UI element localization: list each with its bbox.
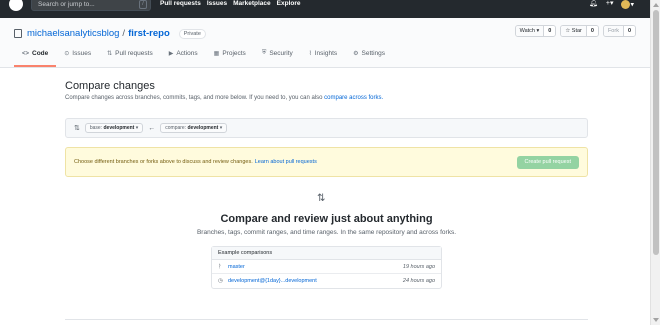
repo-tabs: <> Code ⊙ Issues ⇅ Pull requests ▶ Actions ▦… xyxy=(14,50,393,67)
search-placeholder: Search or jump to... xyxy=(38,1,95,8)
example-time: 19 hours ago xyxy=(402,263,435,270)
repo-name-link[interactable]: first-repo xyxy=(128,28,170,39)
example-link[interactable]: development@{1day}...development xyxy=(228,278,403,284)
star-button[interactable]: ☆ Star 0 xyxy=(560,25,599,37)
shield-icon: ⛨ xyxy=(261,50,267,56)
watch-count[interactable]: 0 xyxy=(543,26,556,36)
compare-large-icon: ⇅ xyxy=(317,193,326,204)
blankslate-text: Branches, tags, commit ranges, and time … xyxy=(196,229,457,236)
footer-divider xyxy=(65,319,588,320)
blankslate-title: Compare and review just about anything xyxy=(220,213,433,225)
repo-title: michaelsanalyticsblog / first-repo Priva… xyxy=(14,28,206,39)
issue-icon: ⊙ xyxy=(64,51,70,57)
compare-icon: ⇅ xyxy=(74,125,80,132)
page-scrollbar[interactable] xyxy=(650,0,660,325)
compare-header: Compare changes Compare changes across b… xyxy=(65,80,588,101)
tab-issues[interactable]: ⊙ Issues xyxy=(56,50,99,67)
compare-prefix: compare: xyxy=(165,125,187,131)
play-icon: ▶ xyxy=(168,51,174,57)
tab-pull-requests[interactable]: ⇅ Pull requests xyxy=(99,50,161,67)
tab-security[interactable]: ⛨ Security xyxy=(254,50,301,67)
examples-header: Example comparisons xyxy=(212,247,441,260)
slash-hint: / xyxy=(139,0,147,9)
graph-icon: ⌇ xyxy=(308,51,312,57)
example-link[interactable]: master xyxy=(228,264,403,270)
arrow-left-icon: ← xyxy=(148,124,156,132)
top-right-icons: 🔔︎ +▾ ▾ xyxy=(589,0,634,9)
tab-label: Pull requests xyxy=(115,50,153,57)
compare-forks-link[interactable]: compare across forks. xyxy=(324,95,383,101)
nav-marketplace[interactable]: Marketplace xyxy=(233,0,271,8)
lock-repo-icon xyxy=(14,29,22,38)
page-subtitle: Compare changes across branches, commits… xyxy=(65,95,588,101)
nav-issues[interactable]: Issues xyxy=(207,0,227,8)
search-input[interactable]: Search or jump to... / xyxy=(31,0,151,11)
compare-value: development xyxy=(187,125,219,131)
tab-label: Issues xyxy=(72,50,92,57)
clock-icon: ◷ xyxy=(218,278,223,284)
compare-branch-select[interactable]: compare: development ▾ xyxy=(160,123,228,133)
tab-code[interactable]: <> Code xyxy=(14,50,57,67)
branch-icon: ᚹ xyxy=(218,263,222,270)
tab-insights[interactable]: ⌇ Insights xyxy=(301,50,345,67)
nav-pull-requests[interactable]: Pull requests xyxy=(160,0,201,8)
learn-pr-link[interactable]: Learn about pull requests xyxy=(255,159,317,165)
tab-label: Actions xyxy=(176,50,198,57)
repo-separator: / xyxy=(122,28,126,39)
bell-icon[interactable]: 🔔︎ xyxy=(589,0,598,9)
blankslate: Compare and review just about anything B… xyxy=(65,213,588,236)
github-logo-icon[interactable] xyxy=(9,0,23,11)
base-prefix: base: xyxy=(89,125,103,131)
scroll-up-icon[interactable] xyxy=(653,3,659,7)
tab-label: Insights xyxy=(314,50,338,57)
example-time: 24 hours ago xyxy=(402,278,435,284)
tab-settings[interactable]: ⚙ Settings xyxy=(345,50,393,67)
tab-label: Security xyxy=(269,50,293,57)
watch-button[interactable]: Watch ▾ 0 xyxy=(514,25,557,37)
pull-request-icon: ⇅ xyxy=(107,51,113,57)
tab-projects[interactable]: ▦ Projects xyxy=(206,50,254,67)
plus-icon[interactable]: +▾ xyxy=(606,0,614,9)
gear-icon: ⚙ xyxy=(353,51,359,57)
star-label[interactable]: ☆ Star xyxy=(561,26,586,36)
range-editor: ⇅ base: development ▾ ← compare: develop… xyxy=(65,118,588,138)
repo-actions: Watch ▾ 0 ☆ Star 0 Fork 0 xyxy=(514,25,636,37)
fork-button[interactable]: Fork 0 xyxy=(602,25,636,37)
nav-explore[interactable]: Explore xyxy=(277,0,301,8)
base-value: development xyxy=(103,125,135,131)
base-branch-select[interactable]: base: development ▾ xyxy=(84,123,144,133)
repo-owner-link[interactable]: michaelsanalyticsblog xyxy=(27,28,119,39)
subtitle-text: Compare changes across branches, commits… xyxy=(65,95,323,101)
watch-label[interactable]: Watch ▾ xyxy=(515,26,544,36)
tab-label: Projects xyxy=(222,50,246,57)
list-item[interactable]: ◷ development@{1day}...development 24 ho… xyxy=(212,274,441,288)
fork-label[interactable]: Fork xyxy=(603,26,623,36)
scroll-down-icon[interactable] xyxy=(653,318,659,322)
list-item[interactable]: ᚹ master 19 hours ago xyxy=(212,260,441,274)
visibility-badge: Private xyxy=(178,28,206,39)
example-comparisons: Example comparisons ᚹ master 19 hours ag… xyxy=(211,246,442,289)
top-navbar: Search or jump to... / Pull requests Iss… xyxy=(0,0,650,18)
code-icon: <> xyxy=(22,50,30,57)
star-count[interactable]: 0 xyxy=(585,26,598,36)
repo-header: michaelsanalyticsblog / first-repo Priva… xyxy=(0,18,650,68)
scroll-thumb[interactable] xyxy=(653,10,659,255)
top-nav: Pull requests Issues Marketplace Explore xyxy=(160,0,301,8)
fork-count[interactable]: 0 xyxy=(622,26,635,36)
info-flash: Choose different branches or forks above… xyxy=(65,147,588,177)
tab-label: Code xyxy=(32,50,49,57)
tab-actions[interactable]: ▶ Actions xyxy=(161,50,206,67)
tab-label: Settings xyxy=(361,50,386,57)
page-title: Compare changes xyxy=(65,80,155,92)
create-pull-request-button[interactable]: Create pull request xyxy=(516,156,579,169)
project-icon: ▦ xyxy=(213,51,220,57)
flash-text: Choose different branches or forks above… xyxy=(74,159,253,165)
avatar-icon[interactable]: ▾ xyxy=(621,0,634,9)
